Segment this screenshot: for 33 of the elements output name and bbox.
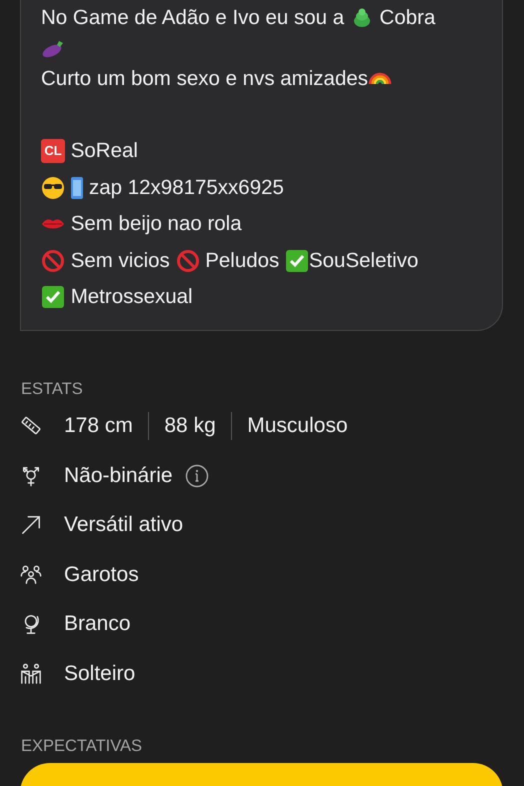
bio-text: zap 12x98175xx6925 [89, 174, 284, 200]
rainbow-icon [368, 72, 392, 86]
prohibited-icon [41, 248, 65, 273]
bio-text: Sem vicios [70, 248, 171, 274]
check-icon [41, 285, 65, 310]
cool-face-icon [41, 176, 65, 200]
bio-text: Sem beijo nao rola [70, 211, 242, 237]
prohibited-icon [176, 248, 200, 273]
section-title: EXPECTATIVAS [21, 736, 144, 758]
bio-text: Cobra [378, 5, 436, 31]
bio-text: No Game de Adão e Ivo eu sou a [41, 5, 346, 31]
people-group-icon [20, 564, 42, 586]
info-icon[interactable] [184, 464, 209, 488]
stat-value: Garotos [64, 562, 139, 588]
arrow-up-right-icon [20, 514, 42, 536]
stat-value: Solteiro [64, 660, 136, 687]
check-icon [284, 248, 309, 273]
bio-text: Metrossexual [70, 284, 193, 310]
gender-symbol-icon [20, 464, 42, 486]
bio-text: SoReal [70, 138, 138, 164]
stat-value: 178 cm [64, 413, 133, 440]
bio-text: Peludos [204, 248, 280, 274]
stat-value: 88 kg [164, 413, 216, 440]
tag-badge: CL [41, 139, 65, 164]
stat-value: Versátil ativo [64, 512, 184, 538]
stat-value: Não-binárie [64, 462, 173, 489]
ruler-icon [20, 415, 42, 437]
stat-value: Musculoso [247, 413, 348, 440]
section-title: ESTATS [21, 378, 84, 400]
couple-icon [20, 662, 42, 684]
stat-value: Branco [64, 611, 131, 638]
bio-text: SouSeletivo [308, 248, 418, 274]
bio-text: Curto um bom sexo e nvs amizades [41, 66, 368, 92]
